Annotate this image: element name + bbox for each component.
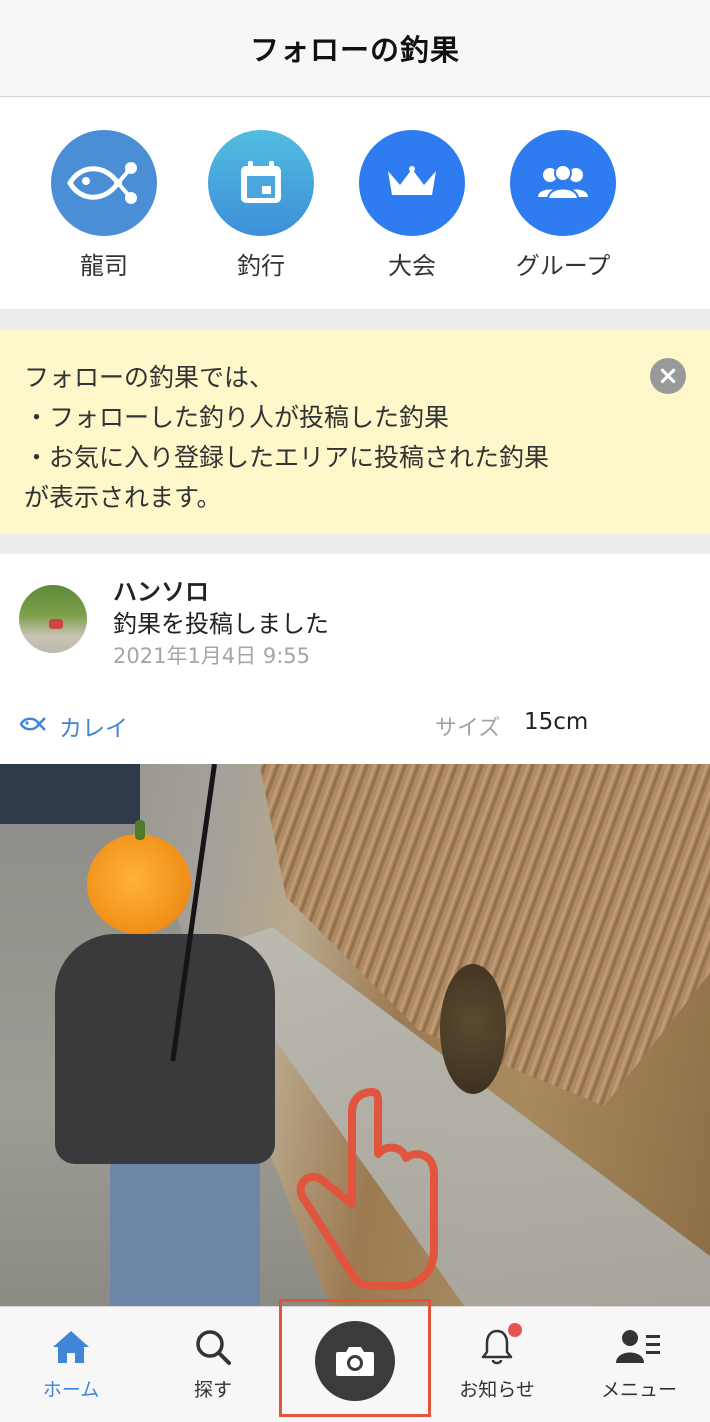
group-icon (510, 130, 616, 236)
post-timestamp: 2021年1月4日 9:55 (113, 644, 310, 668)
highlight-box (279, 1299, 431, 1417)
header-bar: フォローの釣果 (0, 0, 710, 97)
shortcut-ryuji[interactable]: 龍司 (29, 130, 179, 281)
notice-banner: フォローの釣果では、 ・フォローした釣り人が投稿した釣果 ・お気に入り登録したエ… (0, 330, 710, 534)
bell-icon (480, 1323, 522, 1367)
fish-icon (19, 715, 47, 737)
section-divider (0, 309, 710, 330)
calendar-icon (208, 130, 314, 236)
notice-text: ・フォローした釣り人が投稿した釣果 (24, 403, 450, 432)
page-title: フォローの釣果 (249, 33, 460, 67)
catch-photo[interactable] (0, 764, 710, 1306)
notice-text: ・お気に入り登録したエリアに投稿された釣果 (24, 443, 550, 472)
user-menu-icon (616, 1327, 662, 1367)
shortcut-row: 龍司 釣行 大会 グループ (0, 97, 710, 309)
fish-share-icon (51, 130, 157, 236)
avatar[interactable] (19, 585, 87, 653)
tab-label: メニュー (600, 1379, 677, 1401)
shortcut-label: 大会 (388, 252, 436, 280)
notice-text: が表示されます。 (24, 483, 222, 512)
home-icon (51, 1327, 91, 1367)
pumpkin-sticker (87, 820, 191, 934)
search-icon (194, 1327, 232, 1367)
size-label: サイズ (435, 716, 501, 741)
crown-icon (359, 130, 465, 236)
tab-home[interactable]: ホーム (0, 1307, 142, 1422)
shortcut-group[interactable]: グループ (488, 130, 638, 281)
tab-label: ホーム (42, 1379, 100, 1401)
notification-badge (508, 1323, 522, 1337)
catch-post[interactable]: ハンソロ 釣果を投稿しました 2021年1月4日 9:55 カレイ サイズ 15… (0, 554, 710, 764)
size-value: 15cm (524, 709, 589, 735)
tab-search[interactable]: 探す (142, 1307, 284, 1422)
close-icon[interactable]: × (650, 358, 686, 394)
section-divider (0, 534, 710, 554)
user-name[interactable]: ハンソロ (113, 572, 209, 607)
post-action-text: 釣果を投稿しました (113, 610, 329, 638)
shortcut-label: 釣行 (237, 252, 285, 280)
tab-menu[interactable]: メニュー (568, 1307, 710, 1422)
pointer-arrow-icon (296, 1088, 438, 1290)
notice-text: フォローの釣果では、 (24, 363, 275, 392)
shortcut-label: グループ (515, 252, 611, 280)
species-link[interactable]: カレイ (19, 709, 128, 743)
tab-label: 探す (193, 1379, 232, 1401)
tab-label: お知らせ (459, 1379, 535, 1401)
shortcut-trip[interactable]: 釣行 (186, 130, 336, 281)
shortcut-tournament[interactable]: 大会 (337, 130, 487, 281)
species-label: カレイ (59, 716, 128, 742)
tab-notifications[interactable]: お知らせ (426, 1307, 568, 1422)
shortcut-label: 龍司 (80, 252, 128, 280)
